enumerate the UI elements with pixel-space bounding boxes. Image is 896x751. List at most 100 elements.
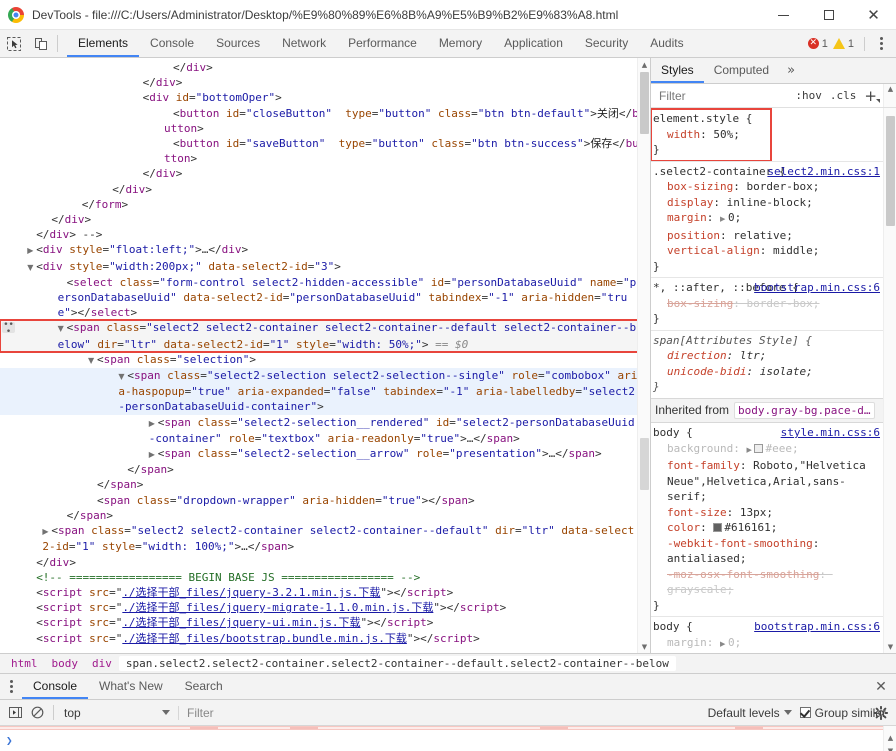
css-property-value[interactable]: isolate; [760,365,813,378]
css-rule[interactable]: body {style.min.css:6 background: ▶ #eee; f… [651,423,896,616]
css-rule-origin-link[interactable]: select2.min.css:1 [767,164,880,180]
css-declaration[interactable]: position: relative; [653,228,882,244]
scrollbar-thumb[interactable] [640,72,649,134]
console-prompt[interactable]: ❯ [0,730,896,747]
color-swatch[interactable] [754,443,764,453]
dom-node-row[interactable]: <select class="form-control select2-hidd… [0,275,643,321]
dom-token-link[interactable]: ./选择干部_files/jquery-migrate-1.1.0.min.js… [122,601,433,614]
toggle-hover-state-button[interactable]: :hov [791,89,826,102]
collapse-triangle-icon[interactable]: ▼ [88,353,97,368]
dom-node-row[interactable]: <script src="./选择干部_files/jquery-3.2.1.m… [0,585,643,600]
close-window-button[interactable]: ✕ [851,0,896,30]
console-scroll-up-icon[interactable]: ▲ [884,732,896,744]
kebab-menu-icon[interactable] [870,36,892,51]
dom-node-row[interactable]: </span> [0,462,643,477]
css-declaration[interactable]: -moz-osx-font-smoothing: grayscale; [653,567,882,598]
css-declaration[interactable]: color: #616161; [653,520,882,536]
console-scrollbar[interactable]: ▲ ▼ [883,726,896,751]
dom-node-row[interactable]: ▶ <div style="float:left;">…</div> [0,242,643,258]
css-rule[interactable]: body {bootstrap.min.css:6margin: ▶0;font… [651,616,896,653]
dom-node-row[interactable]: </div> [0,166,643,181]
drawer-tab-whats-new[interactable]: What's New [88,674,174,699]
tab-memory[interactable]: Memory [428,30,493,57]
css-declaration[interactable]: display: inline-block; [653,195,882,211]
dom-tree-pane[interactable]: </div> </div> <div id="bottomOper"> <button… [0,58,650,653]
css-rule[interactable]: .select2-container {select2.min.css:1 box… [651,160,896,278]
css-declaration[interactable]: box-sizing: border-box; [653,296,882,312]
css-selector[interactable]: span[Attributes Style] { [653,333,882,349]
device-toolbar-icon[interactable] [27,30,54,57]
styles-scrollbar-thumb[interactable] [886,116,895,226]
more-tabs-icon[interactable]: » [779,58,803,83]
dom-token-link[interactable]: ./选择干部_files/jquery-ui.min.js.下载 [122,616,360,629]
css-property-value[interactable]: 0; [728,636,741,649]
css-rules-list[interactable]: element.style {width: 50%;} .select2-cont… [651,108,896,653]
drawer-kebab-menu-icon[interactable] [0,674,22,699]
tab-console[interactable]: Console [139,30,205,57]
dom-node-row[interactable]: ▶ <span class="select2-selection__rendere… [0,415,643,446]
console-context-select[interactable]: top [59,706,174,720]
drawer-tab-search[interactable]: Search [174,674,234,699]
dom-node-row[interactable]: </div> [0,212,643,227]
css-declaration[interactable]: width: 50%; [653,127,769,143]
tab-network[interactable]: Network [271,30,337,57]
css-declaration[interactable]: font-family: -apple-system,BlinkMacSyste… [653,652,882,653]
styles-scroll-up-icon[interactable]: ▲ [884,85,896,93]
dom-tree[interactable]: </div> </div> <div id="bottomOper"> <button… [0,58,644,646]
css-property-value[interactable]: border-box; [746,297,819,310]
expand-shorthand-icon[interactable]: ▶ [746,443,754,459]
gear-icon[interactable] [870,700,892,725]
tab-application[interactable]: Application [493,30,574,57]
expand-shorthand-icon[interactable]: ▶ [720,637,728,653]
inherited-from-node-link[interactable]: body.gray-bg.pace-d… [734,401,875,419]
execute-sidebar-icon[interactable] [4,702,26,724]
css-declaration[interactable]: unicode-bidi: isolate; [653,364,882,380]
breadcrumb-item-div[interactable]: div [85,656,119,671]
dom-node-row[interactable]: <script src="./选择干部_files/jquery-migrate… [0,600,643,615]
expand-shorthand-icon[interactable]: ▶ [720,212,728,228]
color-swatch[interactable] [713,523,723,532]
collapse-triangle-icon[interactable]: ▼ [58,321,67,336]
css-rule-origin-link[interactable]: bootstrap.min.css:6 [754,280,880,296]
css-rule[interactable]: *, ::after, ::before {bootstrap.min.css:… [651,277,896,330]
tab-security[interactable]: Security [574,30,639,57]
css-property-value[interactable]: border-box; [746,180,819,193]
group-similar-checkbox[interactable] [799,707,811,718]
tab-sources[interactable]: Sources [205,30,271,57]
tab-computed[interactable]: Computed [704,58,779,83]
css-declaration[interactable]: font-family: Roboto,"Helvetica Neue",Hel… [653,458,882,505]
expand-triangle-icon[interactable]: ▶ [27,243,36,258]
css-declaration[interactable]: direction: ltr; [653,348,882,364]
dom-node-row[interactable]: <script src="./选择干部_files/jquery-ui.min.… [0,615,643,630]
css-property-value[interactable]: #616161; [724,521,777,534]
new-style-rule-button[interactable]: + [860,87,881,105]
tab-performance[interactable]: Performance [337,30,428,57]
css-declaration[interactable]: margin: ▶ 0; [653,635,882,653]
css-declaration[interactable]: -webkit-font-smoothing: antialiased; [653,536,882,567]
dom-node-row[interactable]: ▼ <span class="selection"> [0,352,643,368]
expand-triangle-icon[interactable]: ▶ [149,447,158,462]
clear-console-icon[interactable] [26,702,48,724]
breadcrumb-item-span[interactable]: span.select2.select2-container.select2-c… [118,656,676,671]
css-property-value[interactable]: 13px; [740,506,773,519]
dom-node-row[interactable]: <button id="closeButton" type="button" c… [0,106,643,136]
warning-badge[interactable]: 1 [832,38,854,50]
console-scroll-down-icon[interactable]: ▼ [884,745,896,751]
breadcrumb-item-body[interactable]: body [45,656,86,671]
css-rule[interactable]: element.style {width: 50%;} [651,108,772,162]
dom-node-row[interactable]: <button id="saveButton" type="button" cl… [0,136,643,166]
css-property-value[interactable]: ltr; [740,349,767,362]
css-selector[interactable]: element.style { [653,111,769,127]
inspect-cursor-icon[interactable] [0,30,27,57]
dom-node-row[interactable]: ▼ <div style="width:200px;" data-select2-… [0,259,643,275]
dom-node-row[interactable]: <span class="dropdown-wrapper" aria-hidd… [0,493,643,508]
maximize-button[interactable] [806,0,851,30]
dom-node-row[interactable]: </div> [0,60,643,75]
css-rule-origin-link[interactable]: style.min.css:6 [781,425,880,441]
expand-triangle-icon[interactable]: ▶ [149,416,158,431]
console-filter-input[interactable]: Filter [178,705,708,720]
styles-filter-input[interactable]: Filter [651,89,791,103]
css-property-value[interactable]: antialiased; [667,552,746,565]
close-drawer-icon[interactable]: ✕ [870,674,892,699]
console-output[interactable]: ❯ ▲ ▼ [0,726,896,751]
